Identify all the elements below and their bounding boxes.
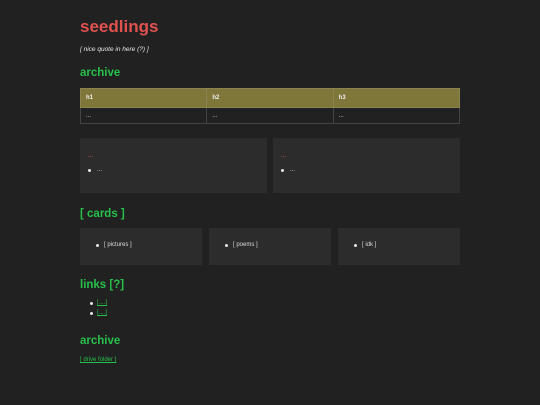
list-item: [ pictures ] <box>96 241 202 249</box>
list-item-label: ... <box>97 167 103 173</box>
archive-table: h1 h2 h3 ... ... ... <box>79 88 461 124</box>
panel-list: ... <box>88 166 259 174</box>
bullet-icon <box>354 243 357 247</box>
card-poems[interactable]: [ poems ] <box>209 228 331 265</box>
table-header-row: h1 h2 h3 <box>79 88 461 108</box>
bullet-icon <box>96 243 99 247</box>
card-row: [ pictures ] [ poems ] [ idk ] <box>80 228 460 265</box>
site-title: seedlings <box>80 17 159 36</box>
page: seedlings [ nice quote in here (?) ] arc… <box>79 0 461 366</box>
panel-title: ... <box>88 152 94 159</box>
list-item: [ poems ] <box>225 241 331 249</box>
column-header-h1: h1 <box>79 88 208 108</box>
card-label: [ pictures ] <box>104 242 132 248</box>
column-header-h2: h2 <box>206 88 334 108</box>
table-cell: ... <box>206 107 334 124</box>
panel-title: ... <box>281 152 287 159</box>
archive-heading: archive <box>80 67 121 79</box>
card-pictures[interactable]: [ pictures ] <box>80 228 202 265</box>
bullet-icon <box>88 168 91 172</box>
bullet-icon <box>90 312 93 315</box>
card-idk[interactable]: [ idk ] <box>338 228 460 265</box>
list-item-label: ... <box>290 167 296 173</box>
table-cell: ... <box>79 107 208 124</box>
card-label: [ idk ] <box>362 242 377 248</box>
list-item: ... <box>281 166 452 174</box>
card-list: [ idk ] <box>354 241 460 249</box>
table-cell: ... <box>332 107 461 124</box>
bullet-icon <box>281 168 284 172</box>
bullet-icon <box>90 302 93 305</box>
link-2[interactable]: [....] <box>97 310 107 316</box>
list-item: ... <box>88 166 259 174</box>
bullet-icon <box>225 243 228 247</box>
link-1[interactable]: [....] <box>97 300 107 306</box>
list-item: [ idk ] <box>354 241 460 249</box>
column-header-h3: h3 <box>332 88 461 108</box>
list-item: [....] <box>90 309 460 319</box>
list-item: [....] <box>90 299 460 309</box>
card-list: [ pictures ] <box>96 241 202 249</box>
card-label: [ poems ] <box>233 242 258 248</box>
panel-list: ... <box>281 166 452 174</box>
table-row: ... ... ... <box>79 107 461 124</box>
panel-left: ... ... <box>80 138 267 193</box>
links-list: [....] [....] <box>80 299 460 319</box>
site-quote: [ nice quote in here (?) ] <box>80 46 149 53</box>
card-list: [ poems ] <box>225 241 331 249</box>
archive-heading-2: archive <box>80 335 121 347</box>
panel-right: ... ... <box>273 138 460 193</box>
cards-heading: [ cards ] <box>80 208 125 220</box>
drive-folder-link[interactable]: [ drive folder ] <box>80 356 116 364</box>
links-heading: links [?] <box>80 279 125 291</box>
panel-row: ... ... ... ... <box>80 138 460 193</box>
